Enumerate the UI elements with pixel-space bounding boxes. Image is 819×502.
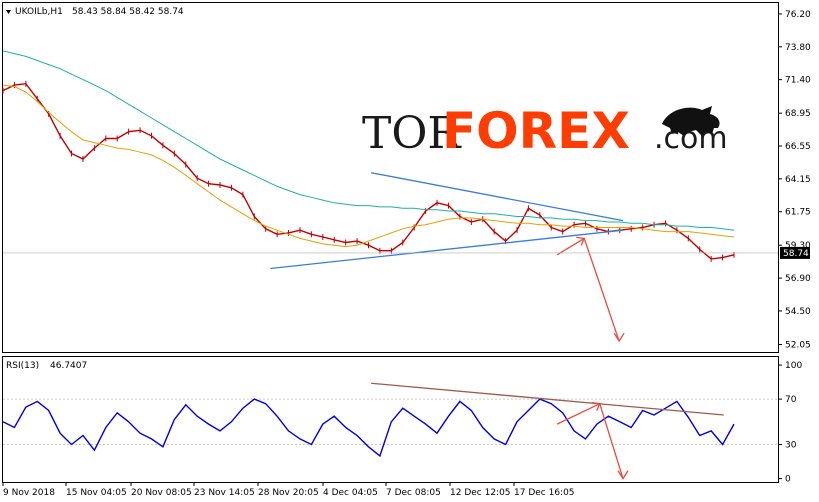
trendline xyxy=(583,238,620,342)
x-tick-label: 28 Nov 20:05 xyxy=(258,488,319,498)
y-tick-label: 0 xyxy=(785,475,791,485)
y-tick-label: 73.80 xyxy=(785,43,811,53)
x-tick-label: 4 Dec 04:05 xyxy=(323,488,378,498)
symbol-label: UKOILb,H1 xyxy=(15,7,63,17)
x-tick-label: 12 Dec 12:05 xyxy=(450,488,511,498)
y-tick-label: 100 xyxy=(785,361,802,371)
chart-window: 76.20 73.80 71.40 68.95 66.55 64.15 61.75 59.30… xyxy=(0,0,819,502)
trendline xyxy=(371,172,624,222)
x-tick-label: 20 Nov 08:05 xyxy=(131,488,192,498)
dropdown-triangle-icon xyxy=(6,10,11,14)
forecast-arrowhead xyxy=(617,470,629,480)
y-tick-label: 61.75 xyxy=(785,208,811,218)
trendline xyxy=(556,237,585,256)
x-tick-label: 7 Dec 08:05 xyxy=(386,488,441,498)
current-price-label: 58.74 xyxy=(783,249,809,259)
y-tick-label: 54.50 xyxy=(785,307,811,317)
x-tick-label: 9 Nov 2018 xyxy=(3,488,55,498)
rsi-value-label: 46.7407 xyxy=(50,361,87,371)
torforex-logo: TOR FOREX .com xyxy=(362,100,732,160)
y-tick-label: 30 xyxy=(785,441,797,451)
y-tick-label: 66.55 xyxy=(785,142,811,152)
y-tick-label: 68.95 xyxy=(785,109,811,119)
ohlc-label: 58.43 58.84 58.42 58.74 xyxy=(72,7,184,17)
price-chart: 76.2073.8071.4068.9566.5564.1561.7559.30… xyxy=(2,2,811,498)
y-tick-label: 52.05 xyxy=(785,340,811,350)
rsi-label: RSI(13) xyxy=(6,361,39,371)
rsi-line xyxy=(2,398,735,458)
x-tick-label: 17 Dec 16:05 xyxy=(514,488,575,498)
logo-forex-text: FOREX xyxy=(442,102,630,160)
y-tick-label: 71.40 xyxy=(785,76,811,86)
trendline xyxy=(599,403,624,479)
main-pane-frame xyxy=(2,2,779,353)
y-tick-label: 76.20 xyxy=(785,10,811,20)
rsi-pane-frame xyxy=(2,356,779,483)
x-tick-label: 23 Nov 14:05 xyxy=(194,488,255,498)
y-tick-label: 64.15 xyxy=(785,175,811,185)
y-tick-label: 56.90 xyxy=(785,274,811,284)
y-tick-label: 70 xyxy=(785,395,797,405)
x-tick-label: 15 Nov 04:05 xyxy=(66,488,127,498)
forecast-arrowhead xyxy=(613,332,625,343)
